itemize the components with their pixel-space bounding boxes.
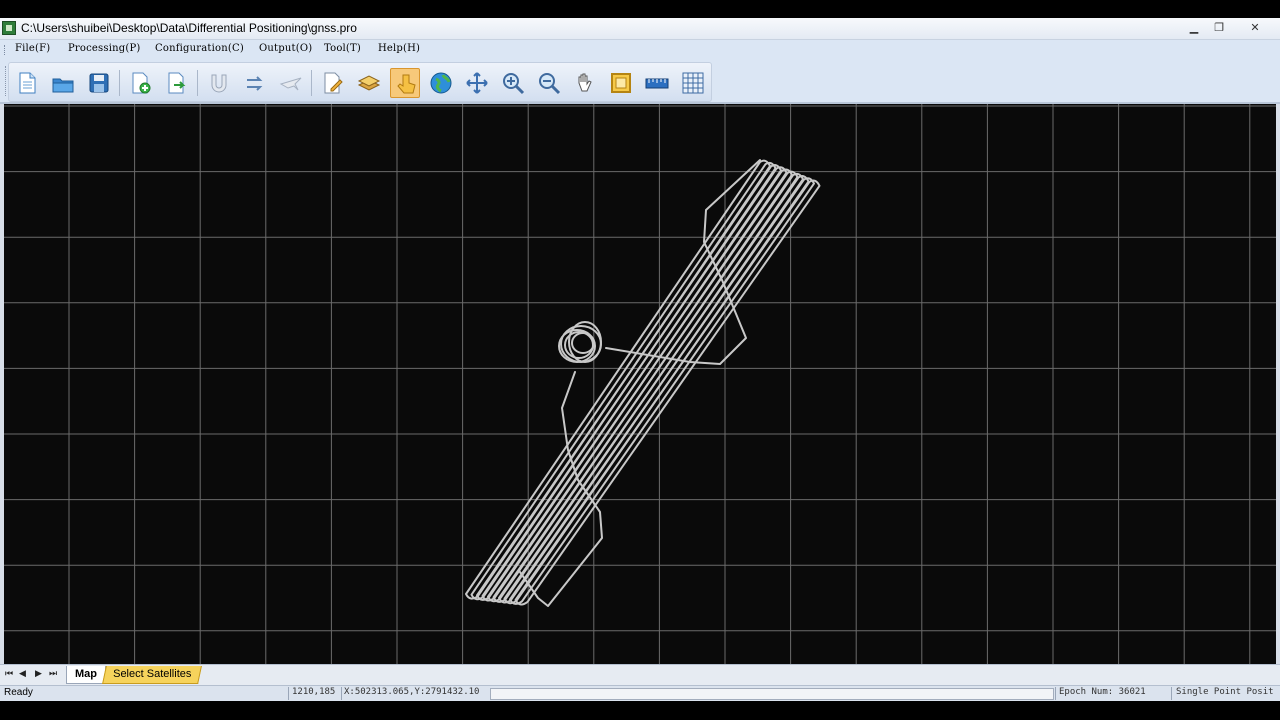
layers-icon[interactable] xyxy=(354,68,384,98)
grid-icon[interactable] xyxy=(678,68,708,98)
status-bar: Ready 1210,185 X:502313.065,Y:2791432.10… xyxy=(0,685,1280,701)
status-mode: Single Point Posit xyxy=(1176,687,1274,697)
tab-select-satellites[interactable]: Select Satellites xyxy=(102,666,203,684)
toolbar xyxy=(0,60,1280,105)
status-world-coords: X:502313.065,Y:2791432.10 xyxy=(344,687,480,697)
menu-output[interactable]: Output(O) xyxy=(259,43,312,54)
gnss-track xyxy=(465,159,821,607)
status-epoch: Epoch Num: 36021 xyxy=(1059,687,1146,697)
window-title: C:\Users\shuibei\Desktop\Data\Differenti… xyxy=(21,21,357,35)
toolbar-separator xyxy=(119,70,120,96)
menu-grip xyxy=(4,45,7,55)
map-svg[interactable] xyxy=(4,104,1276,664)
export-file-icon[interactable] xyxy=(162,68,192,98)
save-disk-icon[interactable] xyxy=(84,68,114,98)
zoom-in-icon[interactable] xyxy=(498,68,528,98)
restore-icon[interactable]: ❐ xyxy=(1208,20,1230,36)
map-canvas[interactable] xyxy=(4,104,1276,664)
tab-select-satellites-label: Select Satellites xyxy=(113,668,192,680)
pointer-hand-icon[interactable] xyxy=(390,68,420,98)
status-divider xyxy=(341,687,342,700)
progress-bar xyxy=(490,688,1054,700)
screen-top-border xyxy=(0,0,1280,18)
open-folder-icon[interactable] xyxy=(48,68,78,98)
menu-help[interactable]: Help(H) xyxy=(378,43,420,54)
menu-configuration[interactable]: Configuration(C) xyxy=(155,43,244,54)
airplane-icon[interactable] xyxy=(276,68,306,98)
grab-hand-icon[interactable] xyxy=(570,68,600,98)
track-loop-circle xyxy=(571,332,595,354)
status-screen-coords: 1210,185 xyxy=(292,687,336,697)
tab-map[interactable]: Map xyxy=(66,666,106,684)
menu-bar: File(F) Processing(P) Configuration(C) O… xyxy=(0,40,1280,60)
menu-tool[interactable]: Tool(T) xyxy=(324,43,361,54)
status-divider xyxy=(1171,687,1172,700)
toolbar-separator xyxy=(197,70,198,96)
magnet-icon[interactable] xyxy=(204,68,234,98)
globe-icon[interactable] xyxy=(426,68,456,98)
title-bar: C:\Users\shuibei\Desktop\Data\Differenti… xyxy=(0,18,1280,40)
app-icon xyxy=(2,21,16,35)
map-grid xyxy=(4,104,1276,664)
menu-file[interactable]: File(F) xyxy=(15,43,50,54)
pan-arrows-icon[interactable] xyxy=(462,68,492,98)
toolbar-panel xyxy=(8,62,712,102)
nav-prev-icon[interactable]: ◀ xyxy=(19,668,26,679)
status-divider xyxy=(1055,687,1056,700)
zoom-out-icon[interactable] xyxy=(534,68,564,98)
menu-processing[interactable]: Processing(P) xyxy=(68,43,140,54)
minimize-icon[interactable]: ▁ xyxy=(1183,20,1205,36)
tab-bar: ⏮ ◀ ▶ ⏭ Map Select Satellites xyxy=(0,664,1280,685)
nav-next-icon[interactable]: ▶ xyxy=(35,668,42,679)
new-document-icon[interactable] xyxy=(12,68,42,98)
map-frame xyxy=(0,104,1280,664)
status-ready: Ready xyxy=(4,687,33,698)
edit-document-icon[interactable] xyxy=(318,68,348,98)
add-file-icon[interactable] xyxy=(126,68,156,98)
process-arrows-icon[interactable] xyxy=(240,68,270,98)
measure-ruler-icon[interactable] xyxy=(642,68,672,98)
nav-first-icon[interactable]: ⏮ xyxy=(5,668,13,679)
full-extent-icon[interactable] xyxy=(606,68,636,98)
close-icon[interactable]: ✕ xyxy=(1244,20,1266,36)
screen-bottom-border xyxy=(0,701,1280,720)
toolbar-separator xyxy=(311,70,312,96)
status-divider xyxy=(288,687,289,700)
nav-last-icon[interactable]: ⏭ xyxy=(49,668,57,679)
